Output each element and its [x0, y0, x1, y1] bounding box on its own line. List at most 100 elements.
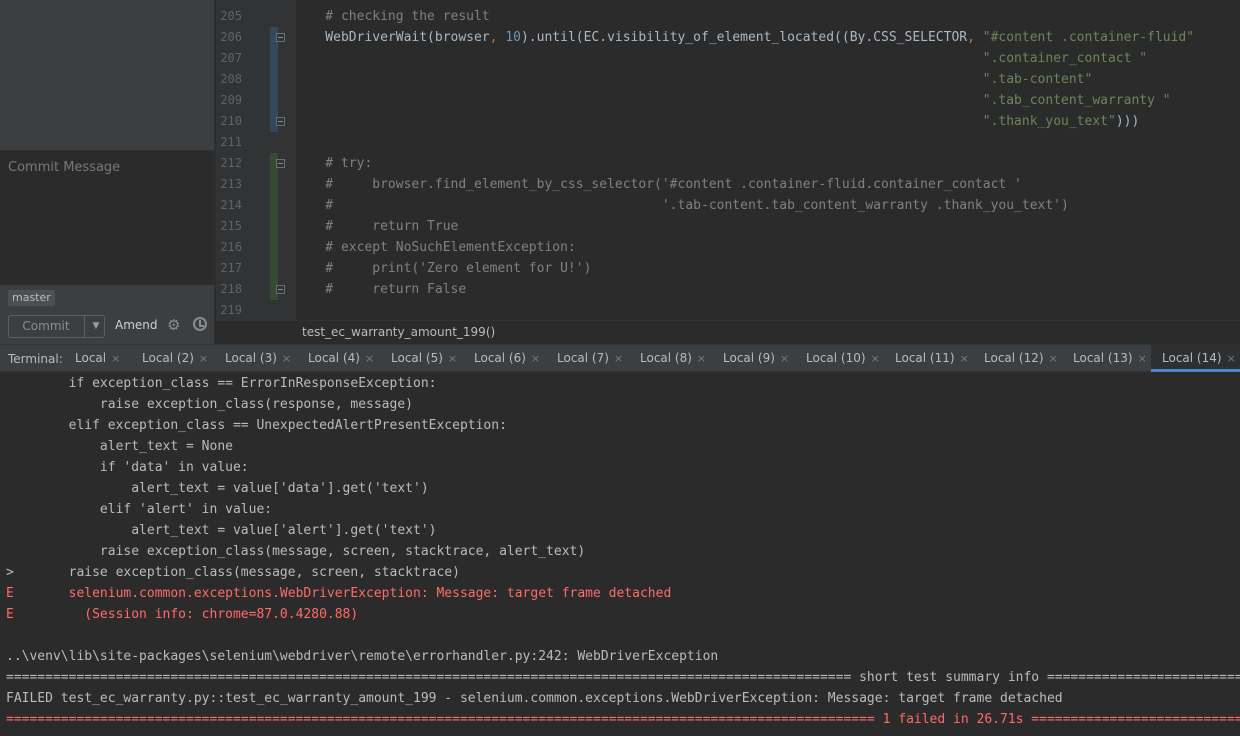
terminal-line: alert_text = None	[6, 439, 233, 454]
changes-tree[interactable]	[0, 0, 214, 150]
code-line[interactable]: # return False	[294, 279, 466, 300]
close-tab-icon[interactable]: ×	[780, 352, 789, 365]
code-line[interactable]: # '.tab-content.tab_content_warranty .th…	[294, 195, 1069, 216]
terminal-tab-label: Local (3)	[225, 351, 277, 365]
code-area[interactable]: # checking the result WebDriverWait(brow…	[296, 0, 1240, 320]
line-number: 207	[220, 51, 242, 65]
close-tab-icon[interactable]: ×	[199, 352, 208, 365]
code-line[interactable]: ".thank_you_text")))	[294, 111, 1140, 132]
code-line[interactable]: # try:	[294, 153, 372, 174]
terminal-tab-label: Local (9)	[723, 351, 775, 365]
terminal-tab[interactable]: Local (2) ×	[142, 345, 208, 372]
close-tab-icon[interactable]: ×	[697, 352, 706, 365]
fold-toggle-icon[interactable]	[276, 285, 285, 294]
close-tab-icon[interactable]: ×	[1138, 352, 1147, 365]
terminal-line: raise exception_class(message, screen, s…	[6, 544, 586, 559]
amend-checkbox-label[interactable]: Amend	[115, 318, 158, 332]
close-tab-icon[interactable]: ×	[531, 352, 540, 365]
code-line[interactable]: # checking the result	[294, 6, 489, 27]
breadcrumb: test_ec_warranty_amount_199()	[216, 320, 1240, 344]
terminal-tab[interactable]: Local (3) ×	[225, 345, 291, 372]
commit-button[interactable]: Commit ▼	[8, 315, 105, 338]
terminal-line: if exception_class == ErrorInResponseExc…	[6, 376, 437, 391]
terminal-tab[interactable]: Local (5) ×	[391, 345, 457, 372]
terminal-tab[interactable]: Local ×	[75, 345, 120, 372]
close-tab-icon[interactable]: ×	[960, 352, 969, 365]
terminal-tab[interactable]: Local (6) ×	[474, 345, 540, 372]
terminal-line: alert_text = value['alert'].get('text')	[6, 523, 437, 538]
terminal-tab-label: Local (10)	[806, 351, 866, 365]
terminal-tab-label: Local (6)	[474, 351, 526, 365]
terminal-tab[interactable]: Local (9) ×	[723, 345, 789, 372]
code-line[interactable]: ".tab_content_warranty "	[294, 90, 1171, 111]
line-number: 214	[220, 198, 242, 212]
close-tab-icon[interactable]: ×	[1227, 352, 1236, 365]
line-number: 218	[220, 282, 242, 296]
code-line[interactable]: # except NoSuchElementException:	[294, 237, 575, 258]
terminal-tab-label: Local (13)	[1073, 351, 1133, 365]
terminal-tab[interactable]: Local (12) ×	[984, 345, 1058, 372]
terminal-tab-label: Local (8)	[640, 351, 692, 365]
close-tab-icon[interactable]: ×	[111, 352, 120, 365]
code-line[interactable]: ".tab-content"	[294, 69, 1093, 90]
terminal-line: FAILED test_ec_warranty.py::test_ec_warr…	[6, 691, 1063, 706]
close-tab-icon[interactable]: ×	[1049, 352, 1058, 365]
terminal-line: elif exception_class == UnexpectedAlertP…	[6, 418, 507, 433]
line-number: 210	[220, 114, 242, 128]
close-tab-icon[interactable]: ×	[282, 352, 291, 365]
close-tab-icon[interactable]: ×	[448, 352, 457, 365]
history-clock-icon[interactable]	[193, 317, 207, 331]
code-line[interactable]: # return True	[294, 216, 458, 237]
terminal-tab[interactable]: Local (11) ×	[895, 345, 969, 372]
terminal-tab[interactable]: Local (14) ×	[1151, 345, 1240, 372]
close-tab-icon[interactable]: ×	[365, 352, 374, 365]
terminal-tab-label: Local	[75, 351, 107, 365]
commit-panel: Commit Message master Commit ▼ Amend ⚙	[0, 0, 215, 344]
terminal-line: ========================================…	[6, 712, 1240, 727]
breadcrumb-function[interactable]: test_ec_warranty_amount_199()	[302, 325, 495, 339]
code-line[interactable]: ".container_contact "	[294, 48, 1147, 69]
terminal-line: > raise exception_class(message, screen,…	[6, 565, 460, 580]
code-line[interactable]: WebDriverWait(browser, 10).until(EC.visi…	[294, 27, 1194, 48]
line-number: 209	[220, 93, 242, 107]
terminal-line: ..\venv\lib\site-packages\selenium\webdr…	[6, 649, 719, 664]
terminal-tab-label: Local (11)	[895, 351, 955, 365]
terminal-line: ========================================…	[6, 670, 1240, 685]
gear-icon[interactable]: ⚙	[167, 316, 180, 334]
line-number: 212	[220, 156, 242, 170]
terminal-line: elif 'alert' in value:	[6, 502, 273, 517]
terminal-label: Terminal:	[8, 352, 63, 366]
code-line[interactable]: # browser.find_element_by_css_selector('…	[294, 174, 1022, 195]
line-number: 208	[220, 72, 242, 86]
terminal-tab[interactable]: Local (10) ×	[806, 345, 880, 372]
fold-toggle-icon[interactable]	[276, 33, 285, 42]
line-number-gutter: 205 206 207 208 209 210 211 212 213 214 215 216 217 2…	[216, 0, 296, 320]
close-tab-icon[interactable]: ×	[614, 352, 623, 365]
terminal-tab-label: Local (2)	[142, 351, 194, 365]
terminal-tab-label: Local (7)	[557, 351, 609, 365]
terminal-tab[interactable]: Local (8) ×	[640, 345, 706, 372]
commit-message-placeholder: Commit Message	[8, 160, 121, 175]
terminal-tab[interactable]: Local (4) ×	[308, 345, 374, 372]
fold-toggle-icon[interactable]	[276, 117, 285, 126]
line-number: 217	[220, 261, 242, 275]
terminal-line: E selenium.common.exceptions.WebDriverEx…	[6, 586, 672, 601]
close-tab-icon[interactable]: ×	[871, 352, 880, 365]
terminal-line: raise exception_class(response, message)	[6, 397, 413, 412]
terminal-output[interactable]: if exception_class == ErrorInResponseExc…	[0, 372, 1240, 736]
added-lines-marker[interactable]	[270, 153, 278, 300]
branch-badge[interactable]: master	[8, 290, 55, 306]
line-number: 215	[220, 219, 242, 233]
line-number: 205	[220, 9, 242, 23]
code-editor[interactable]: 205 206 207 208 209 210 211 212 213 214 215 216 217 2…	[216, 0, 1240, 344]
terminal-line: E (Session info: chrome=87.0.4280.88)	[6, 607, 359, 622]
fold-toggle-icon[interactable]	[276, 159, 285, 168]
terminal-tab[interactable]: Local (7) ×	[557, 345, 623, 372]
commit-message-field[interactable]: Commit Message	[0, 150, 214, 285]
line-number: 211	[220, 135, 242, 149]
code-line[interactable]: # print('Zero element for U!')	[294, 258, 591, 279]
terminal-tab-label: Local (5)	[391, 351, 443, 365]
commit-dropdown-icon[interactable]: ▼	[89, 316, 103, 337]
commit-button-separator	[84, 316, 85, 337]
terminal-tab[interactable]: Local (13) ×	[1073, 345, 1147, 372]
